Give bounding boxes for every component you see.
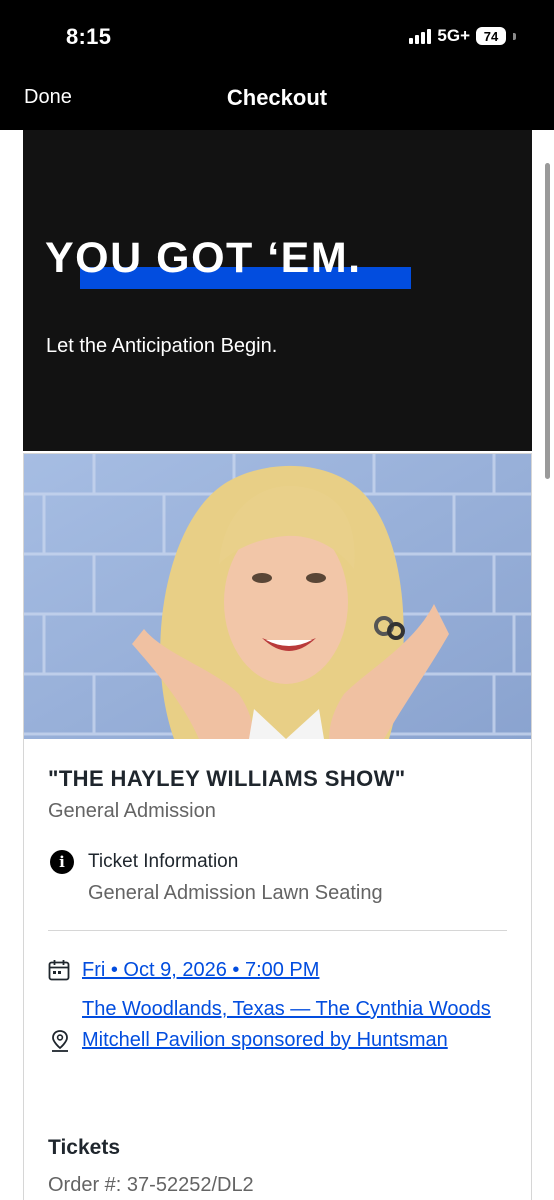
cellular-signal-icon: [409, 28, 432, 44]
ticket-type: General Admission: [48, 800, 216, 822]
calendar-icon: [48, 960, 70, 981]
confirmation-headline: YOU GOT ‘EM.: [45, 234, 362, 282]
ticket-info-label: Ticket Information: [88, 851, 239, 872]
tickets-heading: Tickets: [48, 1136, 120, 1159]
top-bar: 8:15 5G+ 74 Done Checkout: [0, 0, 554, 130]
ticket-info-value: General Admission Lawn Seating: [88, 882, 383, 904]
artist-photo-illustration: [24, 454, 531, 739]
battery-cap: [513, 32, 516, 40]
location-pin-icon: [52, 1030, 68, 1052]
confirmation-subline: Let the Anticipation Begin.: [46, 335, 278, 357]
status-indicators: 5G+ 74: [409, 26, 516, 46]
info-icon: i: [50, 850, 74, 874]
battery-icon: 74: [476, 27, 506, 45]
network-type: 5G+: [437, 26, 470, 45]
confirmation-hero: YOU GOT ‘EM. Let the Anticipation Begin.: [23, 130, 532, 451]
battery-level: 74: [483, 28, 499, 44]
divider: [48, 930, 507, 931]
page-title: Checkout: [226, 85, 328, 110]
status-time: 8:15: [66, 24, 112, 49]
order-number: Order #: 37-52252/DL2: [48, 1174, 254, 1196]
event-venue-link[interactable]: The Woodlands, Texas — The Cynthia Woods…: [82, 994, 512, 1056]
scrollbar[interactable]: [545, 163, 550, 479]
checkout-content[interactable]: YOU GOT ‘EM. Let the Anticipation Begin.: [0, 130, 554, 1200]
event-date-link[interactable]: Fri • Oct 9, 2026 • 7:00 PM: [82, 959, 319, 982]
event-title: "THE HAYLEY WILLIAMS SHOW": [48, 766, 406, 791]
event-card: "THE HAYLEY WILLIAMS SHOW" General Admis…: [23, 453, 532, 1200]
artist-photo: [24, 454, 531, 739]
